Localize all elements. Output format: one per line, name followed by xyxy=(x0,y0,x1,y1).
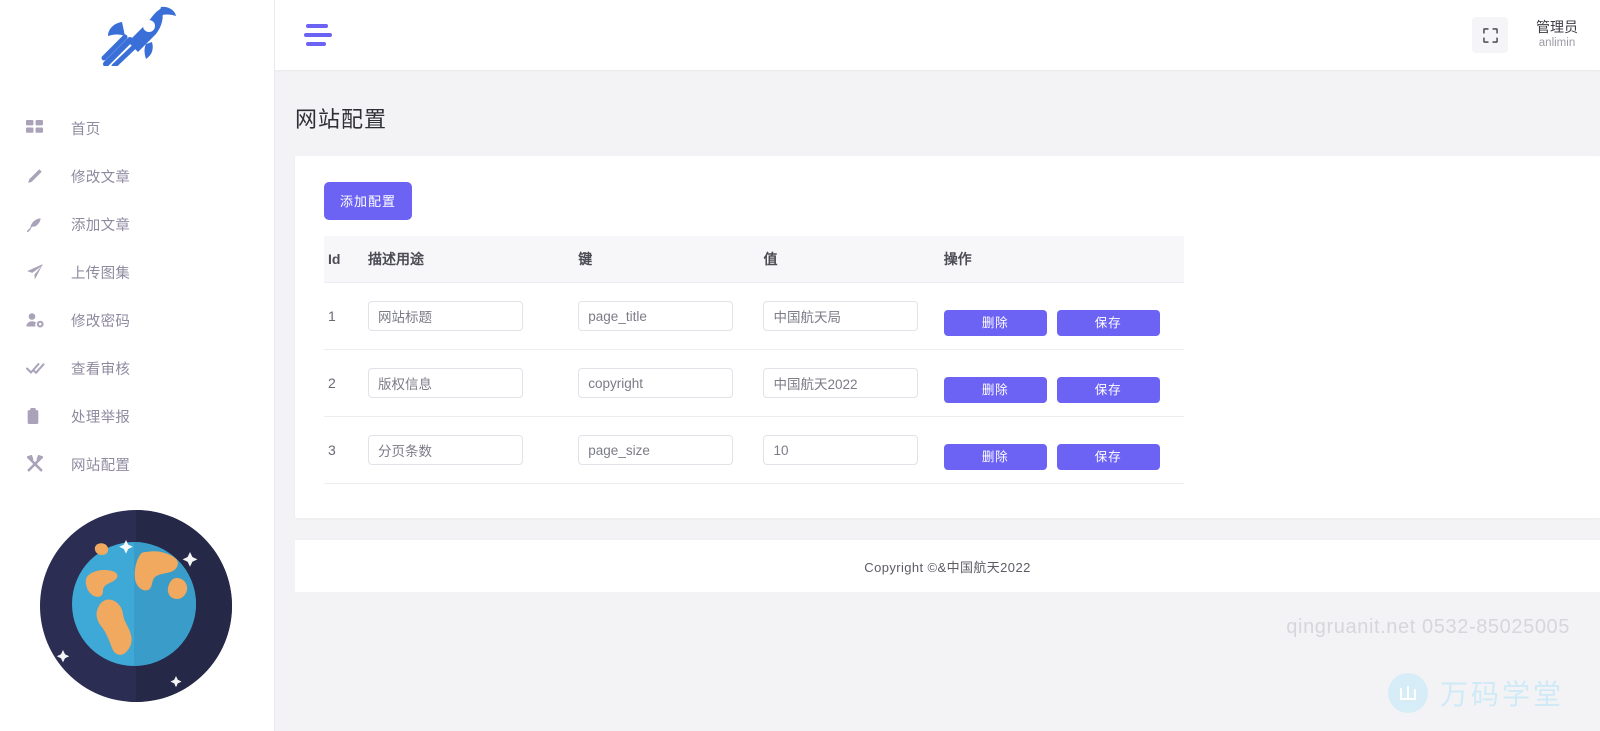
sidebar-item-label: 修改文章 xyxy=(71,169,131,186)
value-input[interactable] xyxy=(763,301,919,331)
sidebar-item-label: 网站配置 xyxy=(71,457,131,474)
dashboard-grid-icon xyxy=(26,116,52,140)
desc-input[interactable] xyxy=(368,435,524,465)
cell-desc xyxy=(368,282,579,350)
hamburger-bar xyxy=(304,33,332,37)
sidebar-item-add-article[interactable]: 添加文章 xyxy=(0,200,274,248)
feather-icon xyxy=(26,212,52,236)
hamburger-bar xyxy=(306,24,328,28)
topbar-right: 管理员 anlimin xyxy=(1472,0,1600,70)
delete-button[interactable]: 删除 xyxy=(943,377,1047,403)
cell-action: 删除 保存 xyxy=(943,349,1184,417)
delete-button[interactable]: 删除 xyxy=(943,444,1047,470)
cell-value xyxy=(763,416,944,484)
value-input[interactable] xyxy=(763,368,919,398)
table-row: 1 删除 保存 xyxy=(324,282,1184,350)
sidebar-item-view-review[interactable]: 查看审核 xyxy=(0,344,274,392)
hamburger-bar xyxy=(306,42,326,46)
col-header-desc: 描述用途 xyxy=(368,236,579,283)
table-head: Id 描述用途 键 值 操作 xyxy=(324,236,1184,283)
sidebar-menu: 首页 修改文章 添加文章 上传图集 修改密码 查看审核 处理举报 网站配置 xyxy=(0,70,274,488)
sidebar-item-site-config[interactable]: 网站配置 xyxy=(0,440,274,488)
cell-id: 3 xyxy=(324,416,369,484)
sidebar: 首页 修改文章 添加文章 上传图集 修改密码 查看审核 处理举报 网站配置 xyxy=(0,0,275,731)
pencil-icon xyxy=(26,164,52,188)
sidebar-item-label: 首页 xyxy=(71,121,101,138)
page-title: 网站配置 xyxy=(295,107,388,132)
desc-input[interactable] xyxy=(368,301,524,331)
key-input[interactable] xyxy=(578,435,734,465)
sidebar-item-label: 上传图集 xyxy=(71,265,131,282)
cell-value xyxy=(763,349,944,417)
sidebar-logo[interactable] xyxy=(0,0,274,70)
footer-copyright: Copyright ©&中国航天2022 xyxy=(864,559,1031,575)
brand-watermark: 万码学堂 xyxy=(1387,673,1564,713)
user-name: 管理员 xyxy=(1536,19,1578,35)
table-row: 2 删除 保存 xyxy=(324,349,1184,417)
brand-logo-icon xyxy=(1387,673,1428,713)
col-header-key: 键 xyxy=(578,236,764,283)
delete-button[interactable]: 删除 xyxy=(943,310,1047,336)
col-header-id: Id xyxy=(324,236,369,283)
paper-plane-icon xyxy=(26,260,52,284)
save-button[interactable]: 保存 xyxy=(1056,444,1160,470)
rocket-icon xyxy=(101,6,176,66)
cell-value xyxy=(763,282,944,350)
config-table: Id 描述用途 键 值 操作 1 网站标题 page_title 中国航天局 删… xyxy=(324,236,1184,484)
sidebar-item-handle-report[interactable]: 处理举报 xyxy=(0,392,274,440)
config-card: 添加配置 Id 描述用途 键 值 操作 1 网站标题 page_title 中国… xyxy=(295,156,1600,518)
cell-key xyxy=(578,416,764,484)
double-check-icon xyxy=(26,356,52,380)
table-row: 3 删除 保存 xyxy=(324,416,1184,484)
topbar: 管理员 anlimin xyxy=(275,0,1600,70)
user-menu[interactable]: 管理员 anlimin xyxy=(1526,19,1600,51)
key-input[interactable] xyxy=(578,301,734,331)
cell-id: 2 xyxy=(324,349,369,417)
footer: Copyright ©&中国航天2022 xyxy=(295,540,1600,592)
sidebar-item-label: 修改密码 xyxy=(71,313,131,330)
sidebar-item-label: 处理举报 xyxy=(71,409,131,426)
add-config-button[interactable]: 添加配置 xyxy=(324,182,413,220)
sidebar-item-upload-gallery[interactable]: 上传图集 xyxy=(0,248,274,296)
value-input[interactable] xyxy=(763,435,919,465)
app-root: 首页 修改文章 添加文章 上传图集 修改密码 查看审核 处理举报 网站配置 管理… xyxy=(0,0,1600,731)
key-input[interactable] xyxy=(578,368,734,398)
user-login: anlimin xyxy=(1538,37,1576,49)
cell-action: 删除 保存 xyxy=(943,416,1184,484)
clipboard-icon xyxy=(26,404,52,428)
cell-desc xyxy=(368,416,579,484)
sidebar-item-change-password[interactable]: 修改密码 xyxy=(0,296,274,344)
main-area: 管理员 anlimin 网站配置 添加配置 Id 描述用途 键 值 操作 1 网… xyxy=(275,0,1600,731)
tools-icon xyxy=(26,452,52,476)
cell-action: 删除 保存 xyxy=(943,282,1184,350)
globe-illustration xyxy=(38,508,234,704)
brand-name: 万码学堂 xyxy=(1439,679,1564,710)
cell-id: 1 xyxy=(324,282,369,350)
cell-desc xyxy=(368,349,579,417)
sidebar-item-home[interactable]: 首页 xyxy=(0,104,274,152)
table-body: 1 删除 保存 xyxy=(324,282,1184,484)
col-header-value: 值 xyxy=(763,236,944,283)
desc-input[interactable] xyxy=(368,368,524,398)
cell-key xyxy=(578,349,764,417)
fullscreen-icon[interactable] xyxy=(1472,17,1508,53)
save-button[interactable]: 保存 xyxy=(1056,310,1160,336)
cell-key xyxy=(578,282,764,350)
col-header-action: 操作 xyxy=(943,236,1184,283)
user-gear-icon xyxy=(26,308,52,332)
sidebar-item-label: 添加文章 xyxy=(71,217,131,234)
save-button[interactable]: 保存 xyxy=(1056,377,1160,403)
watermark-contact: qingruanit.net 0532-85025005 xyxy=(1286,616,1570,638)
sidebar-item-label: 查看审核 xyxy=(71,361,131,378)
table-header-row: Id 描述用途 键 值 操作 xyxy=(324,236,1184,283)
hamburger-icon[interactable] xyxy=(304,20,338,50)
sidebar-item-edit-article[interactable]: 修改文章 xyxy=(0,152,274,200)
